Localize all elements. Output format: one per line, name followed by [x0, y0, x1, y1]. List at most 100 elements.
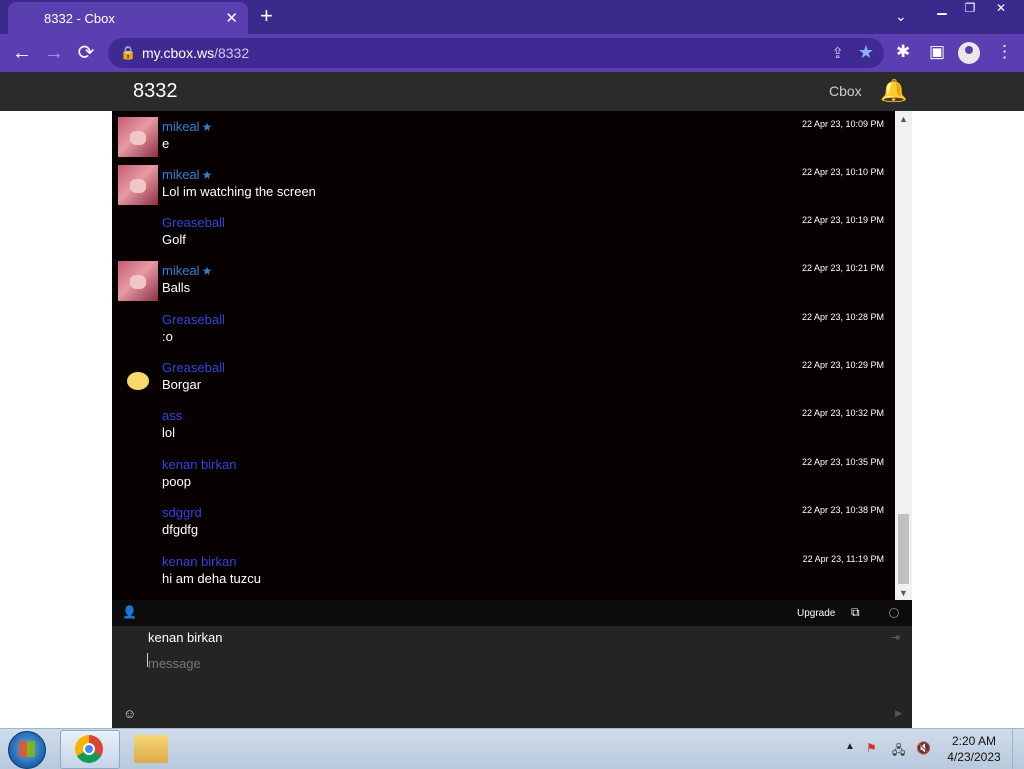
browser-menu-icon[interactable]: ⋮	[996, 42, 1013, 62]
bell-icon[interactable]: 🔔	[880, 78, 907, 104]
message-text: Lol im watching the screen	[162, 184, 316, 199]
moderator-star-icon: ★	[201, 264, 213, 278]
message-username[interactable]: Greaseball	[162, 215, 225, 230]
message-text: lol	[162, 425, 176, 440]
scroll-down-arrow-icon[interactable]: ▼	[899, 588, 908, 598]
cbox-header: 8332 Cbox 🔔	[0, 72, 1024, 111]
show-desktop-button[interactable]	[1012, 729, 1024, 769]
chat-bar: 👤 Upgrade ⧉	[112, 600, 912, 626]
message-text: hi am deha tuzcu	[162, 571, 262, 586]
message-text: :o	[162, 329, 173, 344]
message-time: 22 Apr 23, 10:09 PM	[801, 119, 884, 129]
user-icon[interactable]: 👤	[122, 605, 137, 619]
message-item: sdggrd dfgdfg 22 Apr 23, 10:38 PM	[112, 500, 895, 546]
message-time: 22 Apr 23, 10:29 PM	[801, 360, 884, 370]
message-time: 22 Apr 23, 10:28 PM	[801, 312, 884, 322]
extensions-puzzle-icon[interactable]: ✱	[896, 42, 910, 62]
side-panel-icon[interactable]: ▣	[929, 42, 945, 62]
browser-toolbar: ← → ⟳ 🔒 my.cbox.ws/8332 ⇪ ★ ✱ ▣ ⋮	[0, 34, 1024, 73]
upgrade-link[interactable]: Upgrade	[797, 608, 835, 619]
windows-taskbar: ▲ ⚑ 🖧 🔇 2:20 AM 4/23/2023	[0, 728, 1024, 769]
message-time: 22 Apr 23, 11:19 PM	[802, 554, 884, 564]
tab-search-chevron-icon[interactable]: ⌄	[895, 8, 907, 25]
message-item: ass lol 22 Apr 23, 10:32 PM	[112, 403, 895, 449]
lock-icon[interactable]: 🔒	[120, 45, 136, 61]
message-username[interactable]: mikeal ★	[162, 167, 212, 182]
address-bar-url[interactable]: my.cbox.ws/8332	[142, 45, 249, 61]
emoji-icon[interactable]: ☺	[123, 706, 136, 721]
browser-tab-strip: 8332 - Cbox ✕ + ⌄ ▁ ❐ ✕	[0, 0, 1024, 34]
browser-tab-active[interactable]: 8332 - Cbox ✕	[8, 2, 248, 34]
cbox-brand-link[interactable]: Cbox	[829, 83, 862, 99]
taskbar-explorer-folder-icon[interactable]	[134, 735, 168, 763]
message-list[interactable]: mikeal ★ e 22 Apr 23, 10:09 PM mikeal ★ Lo…	[112, 111, 895, 600]
profile-avatar-icon[interactable]	[958, 42, 980, 64]
user-avatar[interactable]	[118, 117, 158, 157]
message-item: Greaseball Borgar 22 Apr 23, 10:29 PM	[112, 355, 895, 401]
message-username[interactable]: mikeal ★	[162, 263, 212, 278]
user-avatar[interactable]	[118, 165, 158, 205]
new-tab-button[interactable]: +	[260, 5, 273, 27]
message-time: 22 Apr 23, 10:10 PM	[801, 167, 884, 177]
clock-time: 2:20 AM	[951, 734, 997, 748]
message-text: Balls	[162, 280, 191, 295]
user-avatar[interactable]	[118, 261, 158, 301]
message-item: kenan birkan poop 22 Apr 23, 10:35 PM	[112, 452, 895, 498]
message-text: e	[162, 136, 170, 151]
forward-arrow-icon[interactable]: →	[42, 41, 66, 65]
tray-show-hidden-icon[interactable]: ▲	[845, 741, 855, 752]
message-list-scrollbar[interactable]: ▲ ▼	[895, 111, 912, 600]
message-username[interactable]: kenan birkan	[162, 554, 236, 569]
back-arrow-icon[interactable]: ←	[10, 41, 34, 65]
window-minimize-button[interactable]: ▁	[928, 0, 956, 18]
message-time: 22 Apr 23, 10:21 PM	[801, 263, 884, 273]
tab-title: 8332 - Cbox	[44, 11, 115, 26]
nickname-field[interactable]: kenan birkan	[148, 630, 222, 645]
message-text: dfgdfg	[162, 522, 199, 537]
popout-icon[interactable]: ⧉	[851, 605, 860, 620]
text-caret	[147, 653, 148, 667]
moderator-star-icon: ★	[201, 168, 213, 182]
message-form: kenan birkan ⇥ ☺ ▶	[112, 626, 912, 728]
share-icon[interactable]: ⇪	[831, 44, 844, 62]
message-item: mikeal ★ Balls 22 Apr 23, 10:21 PM	[112, 258, 895, 304]
taskbar-chrome-button[interactable]	[60, 730, 120, 769]
message-input[interactable]	[148, 652, 848, 674]
message-item: Greaseball Golf 22 Apr 23, 10:19 PM	[112, 210, 895, 256]
user-avatar[interactable]	[124, 369, 154, 393]
message-username[interactable]: mikeal ★	[162, 119, 212, 134]
network-icon[interactable]: 🖧	[892, 741, 905, 762]
message-text: poop	[162, 474, 191, 489]
message-item: mikeal ★ Lol im watching the screen 22 Ap…	[112, 162, 895, 208]
message-item: Greaseball :o 22 Apr 23, 10:28 PM	[112, 307, 895, 353]
message-time: 22 Apr 23, 10:19 PM	[801, 215, 884, 225]
system-clock[interactable]: 2:20 AM 4/23/2023	[940, 733, 1008, 765]
message-username[interactable]: Greaseball	[162, 360, 225, 375]
action-center-flag-icon[interactable]: ⚑	[866, 741, 877, 755]
bookmark-star-icon[interactable]: ★	[858, 42, 874, 63]
message-username[interactable]: kenan birkan	[162, 457, 236, 472]
window-close-button[interactable]: ✕	[984, 0, 1018, 18]
message-username[interactable]: ass	[162, 408, 182, 423]
start-button[interactable]	[8, 731, 46, 769]
message-username[interactable]: sdggrd	[162, 505, 202, 520]
moderator-star-icon: ★	[201, 120, 213, 134]
sign-in-icon[interactable]: ⇥	[891, 631, 900, 644]
send-arrow-icon[interactable]: ▶	[895, 708, 902, 719]
message-time: 22 Apr 23, 10:38 PM	[801, 505, 884, 515]
tab-close-icon[interactable]: ✕	[225, 9, 238, 27]
message-text: Borgar	[162, 377, 202, 392]
scroll-up-arrow-icon[interactable]: ▲	[899, 114, 908, 124]
status-indicator[interactable]	[889, 608, 899, 618]
message-username[interactable]: Greaseball	[162, 312, 225, 327]
volume-muted-icon[interactable]: 🔇	[916, 741, 931, 755]
address-bar[interactable]: 🔒 my.cbox.ws/8332 ⇪ ★	[108, 38, 884, 68]
clock-date: 4/23/2023	[947, 750, 1001, 764]
scrollbar-thumb[interactable]	[898, 514, 909, 584]
chrome-icon	[75, 735, 103, 763]
box-name: 8332	[133, 80, 178, 102]
reload-icon[interactable]: ⟳	[74, 41, 98, 65]
message-time: 22 Apr 23, 10:35 PM	[801, 457, 884, 467]
window-restore-button[interactable]: ❐	[956, 0, 984, 18]
message-text: Golf	[162, 232, 186, 247]
